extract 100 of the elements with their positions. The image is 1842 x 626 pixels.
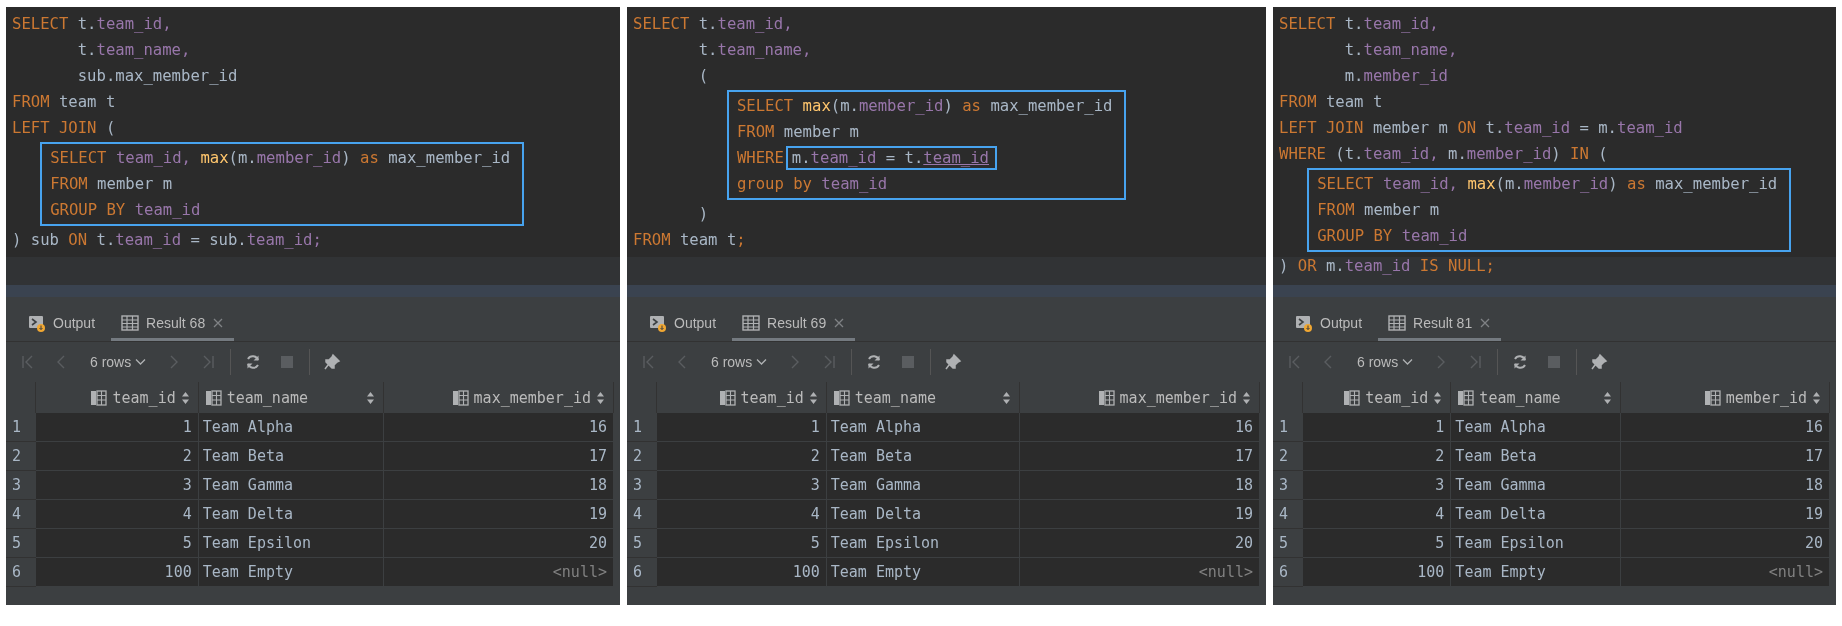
highlight-box: m.team_id = t.team_id — [785, 146, 997, 170]
table-cell: 1 — [657, 413, 827, 442]
chevron-down-icon — [135, 358, 147, 366]
table-cell: Team Delta — [198, 500, 385, 529]
code-line: SELECT team_id, max(m.member_id) as max_member_id — [50, 148, 511, 169]
chevron-down-icon — [1402, 358, 1414, 366]
code-line: WHERE (t.team_id, m.member_id) IN ( — [1279, 144, 1609, 165]
table-icon — [742, 314, 761, 331]
table-cell: 18 — [1620, 471, 1830, 500]
table-cell: 2 — [36, 442, 199, 471]
code-line: t.team_name, — [1343, 40, 1459, 61]
result-tab[interactable]: Output — [639, 307, 727, 341]
table-cell: Team Epsilon — [826, 529, 1021, 558]
close-icon[interactable] — [1479, 316, 1492, 329]
table-cell: 18 — [1020, 471, 1260, 500]
sort-icon[interactable] — [596, 390, 605, 405]
sort-icon[interactable] — [808, 390, 818, 405]
rows-dropdown[interactable]: 6 rows — [1349, 351, 1422, 373]
result-tab[interactable]: Result 81 — [1378, 307, 1502, 341]
column-icon — [1343, 389, 1361, 406]
table-cell: 19 — [1620, 500, 1830, 529]
code-line: FROM member m — [736, 122, 860, 143]
result-tab[interactable]: Output — [18, 307, 106, 341]
code-line: SELECT t.team_id, — [633, 14, 794, 35]
code-line: LEFT JOIN member m ON t.team_id = m.team_id — [1279, 118, 1684, 139]
column-icon — [204, 389, 222, 406]
code-line: m.member_id — [1343, 66, 1449, 87]
code-line: SELECT team_id, max(m.member_id) as max_member_id — [1317, 174, 1778, 195]
table-cell: <null> — [1620, 558, 1830, 587]
pin-icon — [323, 353, 342, 371]
table-cell: 20 — [1020, 529, 1260, 558]
table-cell: 17 — [1020, 442, 1260, 471]
table-cell: Team Beta — [198, 442, 385, 471]
sort-icon[interactable] — [366, 390, 376, 405]
table-cell: 3 — [657, 471, 827, 500]
result-tab[interactable]: Result 69 — [732, 307, 856, 341]
table-cell: 2 — [1303, 442, 1452, 471]
table-icon — [121, 314, 140, 331]
column-name: max_member_id — [473, 388, 591, 407]
table-cell: Team Alpha — [826, 413, 1021, 442]
table-cell: Team Gamma — [1451, 471, 1621, 500]
result-tab[interactable]: Output — [1285, 307, 1373, 341]
table-cell: <null> — [1020, 558, 1260, 587]
code-line: sub.max_member_id — [76, 66, 239, 87]
code-text: WHERE — [736, 149, 784, 167]
table-cell: Team Gamma — [826, 471, 1021, 500]
table-cell: 3 — [1303, 471, 1452, 500]
table-cell: Team Delta — [826, 500, 1021, 529]
column-icon — [832, 389, 850, 406]
column-name: team_name — [854, 388, 937, 407]
code-line: GROUP BY team_id — [50, 200, 202, 221]
table-cell: 18 — [384, 471, 614, 500]
table-cell: 3 — [36, 471, 199, 500]
table-cell: Team Delta — [1451, 500, 1621, 529]
rows-dropdown[interactable]: 6 rows — [703, 351, 776, 373]
close-icon[interactable] — [212, 316, 225, 329]
sort-icon[interactable] — [1242, 390, 1251, 405]
column-icon — [718, 389, 736, 406]
close-icon[interactable] — [833, 316, 846, 329]
column-icon — [1457, 389, 1475, 406]
table-cell: Team Alpha — [198, 413, 385, 442]
table-cell: 5 — [657, 529, 827, 558]
column-name: team_id — [1365, 388, 1429, 407]
table-cell: 19 — [1020, 500, 1260, 529]
table-cell: 16 — [1020, 413, 1260, 442]
table-cell: 16 — [1620, 413, 1830, 442]
console-icon — [649, 313, 667, 332]
column-name: team_id — [740, 388, 804, 407]
table-cell: Team Alpha — [1451, 413, 1621, 442]
table-cell: 5 — [1303, 529, 1452, 558]
table-cell: Team Empty — [826, 558, 1021, 587]
table-cell: 20 — [1620, 529, 1830, 558]
table-cell: 4 — [36, 500, 199, 529]
sort-icon[interactable] — [1812, 390, 1821, 405]
table-cell: 100 — [36, 558, 199, 587]
table-cell: 5 — [36, 529, 199, 558]
column-name: team_id — [112, 388, 176, 407]
sort-icon[interactable] — [1433, 390, 1443, 405]
code-line: SELECT t.team_id, — [1279, 14, 1440, 35]
console-icon — [28, 313, 46, 332]
code-line: ( — [697, 66, 710, 87]
code-line: ) sub ON t.team_id = sub.team_id; — [12, 230, 323, 251]
column-icon — [1703, 389, 1721, 406]
code-line: SELECT t.team_id, — [12, 14, 173, 35]
pin-icon — [1590, 353, 1609, 371]
table-cell: 4 — [657, 500, 827, 529]
code-line: group by team_id — [736, 174, 889, 195]
rows-dropdown[interactable]: 6 rows — [82, 351, 155, 373]
table-cell: Team Empty — [198, 558, 385, 587]
sort-icon[interactable] — [1602, 390, 1612, 405]
sort-icon[interactable] — [1002, 390, 1012, 405]
column-icon — [90, 389, 108, 406]
result-tab[interactable]: Result 68 — [111, 307, 235, 341]
code-line: FROM team t — [1279, 92, 1384, 113]
table-cell: 17 — [384, 442, 614, 471]
table-cell: 2 — [657, 442, 827, 471]
code-line: t.team_name, — [76, 40, 192, 61]
table-cell: Team Epsilon — [198, 529, 385, 558]
sort-icon[interactable] — [180, 390, 190, 405]
column-icon — [451, 389, 469, 406]
